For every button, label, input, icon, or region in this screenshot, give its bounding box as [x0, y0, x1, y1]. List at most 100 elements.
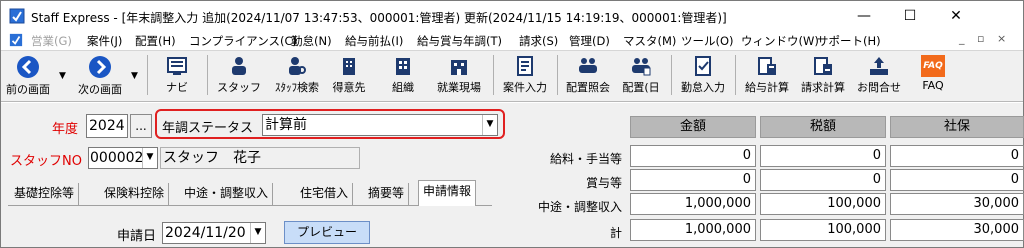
cell-bonus-social[interactable]: 0: [890, 169, 1024, 191]
row-label-midyear: 中途・調整収入: [537, 200, 622, 214]
back-label: 前の画面: [6, 83, 50, 96]
cell-midyear-social[interactable]: 30,000: [890, 193, 1024, 215]
staff-search-button[interactable]: ｽﾀｯﾌ検索: [267, 53, 327, 99]
mdi-doc-icon: [9, 33, 23, 47]
inquiry-icon: [870, 57, 888, 75]
application-date-value: 2024/11/20: [165, 225, 246, 241]
menu-window[interactable]: ウィンドウ(W): [741, 33, 819, 49]
preview-button[interactable]: プレビュー: [284, 221, 370, 244]
status-dropdown-arrow-icon[interactable]: ▼: [482, 115, 497, 135]
forward-button[interactable]: 次の画面: [73, 53, 127, 99]
menu-support[interactable]: サポート(H): [817, 33, 881, 49]
cell-salary-social[interactable]: 0: [890, 145, 1024, 167]
window-title: Staff Express - [年末調整入力 追加(2024/11/07 13…: [31, 11, 727, 25]
staff-no-label: スタッフNO: [10, 154, 82, 169]
status-select[interactable]: 計算前: [262, 114, 498, 136]
header-amount: 金額: [630, 116, 756, 138]
navi-icon: [167, 57, 187, 75]
faq-label: FAQ: [922, 79, 944, 92]
year-picker-button[interactable]: ...: [130, 114, 152, 138]
back-button[interactable]: 前の画面: [3, 53, 53, 99]
status-value: 計算前: [265, 117, 307, 133]
year-label: 年度: [52, 122, 79, 137]
attendance-button[interactable]: 勤怠入力: [675, 53, 731, 99]
tab-housing-loan[interactable]: 住宅借入: [296, 183, 354, 205]
mdi-close-button[interactable]: ×: [997, 32, 1006, 45]
worksite-button[interactable]: 就業現場: [431, 53, 487, 99]
assignment-inquiry-button[interactable]: 配置照会: [561, 53, 615, 99]
payroll-button[interactable]: 給与計算: [739, 53, 795, 99]
tab-midyear-income[interactable]: 中途・調整収入: [180, 183, 274, 205]
forward-label: 次の画面: [78, 83, 122, 96]
menu-assignment[interactable]: 配置(H): [135, 33, 176, 49]
calendar-dropdown-arrow-icon[interactable]: ▼: [250, 223, 265, 243]
row-label-salary: 給料・手当等: [549, 152, 622, 166]
menu-payroll[interactable]: 給与賞与年調(T): [417, 33, 502, 49]
toolbar-separator: [557, 55, 558, 95]
billing-label: 請求計算: [801, 81, 845, 94]
app-icon: [9, 8, 25, 24]
staff-button[interactable]: スタッフ: [213, 53, 265, 99]
minimize-button[interactable]: —: [841, 2, 887, 30]
year-input[interactable]: 2024: [86, 114, 128, 138]
client-label: 得意先: [332, 81, 366, 94]
status-label: 年調ステータス: [162, 121, 254, 136]
back-history-caret[interactable]: ▼: [59, 71, 66, 81]
organization-button[interactable]: 組織: [381, 53, 425, 99]
job-entry-icon: [517, 56, 533, 76]
toolbar-separator: [671, 55, 672, 95]
application-date-label: 申請日: [117, 229, 157, 244]
client-button[interactable]: 得意先: [327, 53, 371, 99]
staff-no-dropdown-arrow-icon[interactable]: ▼: [142, 148, 157, 168]
menu-compliance[interactable]: コンプライアンス(C): [189, 33, 297, 49]
cell-total-social: 30,000: [890, 219, 1024, 241]
toolbar-separator: [147, 55, 148, 95]
assignment-inquiry-icon: [579, 58, 597, 73]
menu-attendance[interactable]: 勤怠(N): [291, 33, 332, 49]
cell-salary-tax[interactable]: 0: [760, 145, 886, 167]
forward-history-caret[interactable]: ▼: [131, 71, 138, 81]
menu-advance-pay[interactable]: 給与前払(I): [345, 33, 403, 49]
navi-button[interactable]: ナビ: [155, 53, 199, 99]
tab-insurance-deduction[interactable]: 保険料控除: [100, 183, 170, 205]
menu-projects[interactable]: 案件(J): [87, 33, 122, 49]
close-button[interactable]: ✕: [933, 2, 979, 30]
faq-icon: FAQ: [921, 55, 945, 77]
inquiry-button[interactable]: お問合せ: [851, 53, 907, 99]
menu-master[interactable]: マスタ(M): [623, 33, 676, 49]
cell-bonus-tax[interactable]: 0: [760, 169, 886, 191]
billing-button[interactable]: 請求計算: [795, 53, 851, 99]
header-tax: 税額: [760, 116, 886, 138]
tab-basic-deduction[interactable]: 基礎控除等: [10, 183, 80, 205]
mdi-minimize-button[interactable]: _: [959, 32, 965, 45]
menu-tools[interactable]: ツール(O): [681, 33, 734, 49]
faq-button[interactable]: FAQ FAQ: [913, 53, 953, 99]
navi-label: ナビ: [166, 81, 188, 94]
cell-total-amount: 1,000,000: [630, 219, 756, 241]
menu-billing[interactable]: 請求(S): [519, 33, 558, 49]
job-entry-button[interactable]: 案件入力: [497, 53, 553, 99]
menu-admin[interactable]: 管理(D): [569, 33, 610, 49]
cell-midyear-amount[interactable]: 1,000,000: [630, 193, 756, 215]
staff-name-display: スタッフ 花子: [160, 147, 360, 169]
assignment-daily-button[interactable]: 配置(日: [615, 53, 667, 99]
forward-arrow-icon: [89, 56, 111, 78]
inquiry-label: お問合せ: [857, 81, 901, 94]
job-entry-label: 案件入力: [503, 81, 547, 94]
toolbar-separator: [493, 55, 494, 95]
cell-salary-amount[interactable]: 0: [630, 145, 756, 167]
client-icon: [343, 58, 355, 75]
cell-bonus-amount[interactable]: 0: [630, 169, 756, 191]
tab-remarks[interactable]: 摘要等: [364, 183, 410, 205]
title-bar: Staff Express - [年末調整入力 追加(2024/11/07 13…: [1, 1, 1023, 30]
staff-icon: [232, 57, 246, 75]
mdi-restore-button[interactable]: ▫: [977, 32, 984, 45]
header-social-insurance: 社保: [890, 116, 1024, 138]
assignment-daily-icon: [632, 58, 651, 76]
cell-midyear-tax[interactable]: 100,000: [760, 193, 886, 215]
organization-label: 組織: [392, 81, 414, 94]
menu-sales[interactable]: 営業(G): [31, 33, 72, 49]
row-label-bonus: 賞与等: [585, 176, 622, 190]
tab-application-info[interactable]: 申請情報: [418, 180, 477, 206]
maximize-button[interactable]: ☐: [887, 2, 933, 30]
